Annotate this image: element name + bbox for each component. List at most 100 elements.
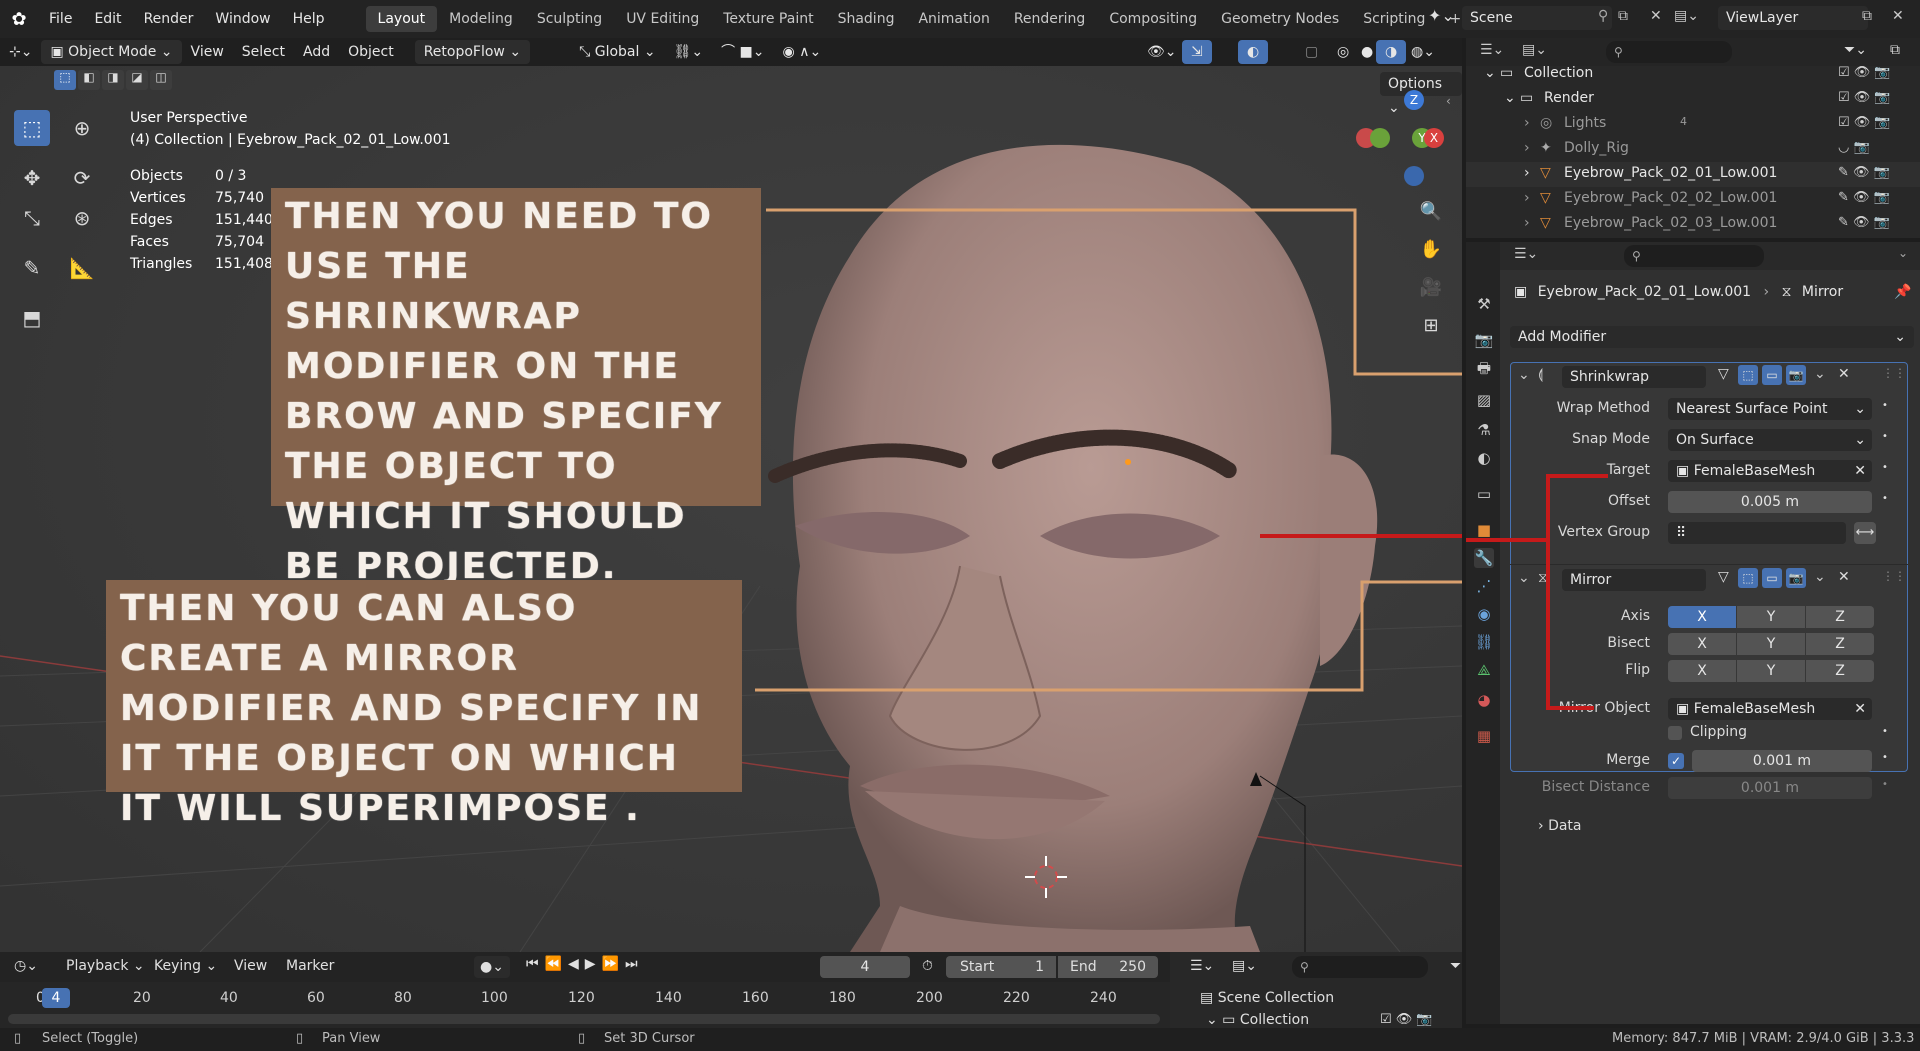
outliner-expand-icon[interactable]: › — [1524, 215, 1530, 231]
axis-x-toggle[interactable]: X — [1668, 606, 1736, 628]
ortho-grid-icon[interactable]: ⊞ — [1416, 310, 1446, 340]
add-cube-tool-icon[interactable]: ⬒ — [14, 300, 50, 336]
mirror-drag-handle-icon[interactable]: ⋮⋮ — [1882, 569, 1906, 583]
outliner-row[interactable]: ⌄ ▭ Collection ☑ 👁 📷 — [1466, 62, 1920, 87]
new-collection-icon[interactable]: ⧉ — [1890, 42, 1900, 58]
3d-viewport[interactable]: User Perspective (4) Collection | Eyebro… — [0, 66, 1462, 952]
overlay-toggle-icon[interactable]: ◐ — [1238, 40, 1269, 64]
menu-object[interactable]: Object — [339, 40, 403, 64]
blender-logo-icon[interactable]: ✿ — [0, 9, 38, 30]
mirror-collapse-icon[interactable]: ⌄ — [1518, 570, 1530, 586]
pin-icon[interactable]: ⚲ — [1598, 8, 1608, 24]
wrap-method-keyframe-icon[interactable]: • — [1882, 400, 1888, 411]
tab-uv-editing[interactable]: UV Editing — [614, 6, 711, 32]
particles-tab-icon[interactable]: ⋰ — [1474, 576, 1494, 596]
target-field[interactable]: ▣ FemaleBaseMesh ✕ — [1668, 460, 1872, 482]
merge-checkbox[interactable]: ✓ — [1668, 753, 1684, 769]
viewport-toggle-icon[interactable]: ▭ — [1762, 365, 1782, 385]
bottom-outliner-filter-icon[interactable]: ⏷ — [1450, 958, 1461, 974]
collection-tab-icon[interactable]: ▭ — [1474, 484, 1494, 504]
shading-rendered-icon[interactable]: ◍⌄ — [1402, 40, 1444, 64]
keying-menu[interactable]: Keying ⌄ — [154, 958, 217, 974]
menu-add[interactable]: Add — [294, 40, 339, 64]
playback-menu[interactable]: Playback ⌄ — [66, 958, 145, 974]
record-icon[interactable]: ●⌄ — [474, 956, 510, 978]
outliner-row[interactable]: › ▽ Eyebrow_Pack_02_01_Low.001 ✎ 👁 📷 — [1466, 162, 1920, 187]
delete-view-layer-icon[interactable]: ✕ — [1892, 8, 1904, 24]
constraints-tab-icon[interactable]: ⛓ — [1474, 632, 1494, 652]
move-tool-icon[interactable]: ✥ — [14, 160, 50, 196]
outliner-toggles-icon[interactable]: ☑ 👁 📷 — [1838, 115, 1891, 130]
snap-mode-keyframe-icon[interactable]: • — [1882, 431, 1888, 442]
editor-type-icon[interactable]: ⊹⌄ — [0, 40, 41, 64]
tab-compositing[interactable]: Compositing — [1097, 6, 1209, 32]
vertex-group-field[interactable]: ⠿ — [1668, 522, 1846, 544]
annotate-tool-icon[interactable]: ✎ — [14, 250, 50, 286]
bisect-distance-field[interactable]: 0.001 m — [1668, 777, 1872, 799]
mirror-viewport-icon[interactable]: ▭ — [1762, 568, 1782, 588]
flip-y-toggle[interactable]: Y — [1737, 660, 1805, 682]
retopoflow-menu[interactable]: RetopoFlow ⌄ — [414, 40, 531, 64]
merge-distance-field[interactable]: 0.001 m — [1692, 750, 1872, 772]
display-mode-icon[interactable]: ▤⌄ — [1522, 42, 1547, 58]
modifier-tab-icon[interactable]: 🔧 — [1474, 548, 1494, 568]
xray-icon[interactable]: ▢ — [1296, 40, 1327, 64]
gizmo-z-axis[interactable]: Z — [1404, 90, 1424, 110]
scene-icon[interactable]: ✦⌄ — [1428, 6, 1455, 25]
gizmo-x-axis[interactable]: X — [1424, 128, 1444, 148]
timeline-playhead[interactable]: 4 — [42, 988, 70, 1008]
bisect-distance-keyframe-icon[interactable]: • — [1882, 779, 1888, 790]
current-frame-field[interactable]: 4 — [820, 956, 910, 978]
flip-x-toggle[interactable]: X — [1668, 660, 1736, 682]
merge-keyframe-icon[interactable]: • — [1882, 752, 1888, 763]
menu-window[interactable]: Window — [204, 11, 281, 27]
scale-tool-icon[interactable]: ⤡ — [14, 200, 50, 236]
mirror-object-field[interactable]: ▣ FemaleBaseMesh ✕ — [1668, 698, 1872, 720]
outliner-row[interactable]: › ◎ Lights 4 ☑ 👁 📷 — [1466, 112, 1920, 137]
cage-toggle-icon[interactable]: ⬚ — [1738, 365, 1758, 385]
mirror-object-clear-icon[interactable]: ✕ — [1854, 698, 1866, 720]
collection-toggles-icon[interactable]: ☑ 👁 📷 — [1380, 1012, 1433, 1027]
outliner-expand-icon[interactable]: › — [1524, 190, 1530, 206]
new-view-layer-icon[interactable]: ⧉ — [1862, 8, 1872, 24]
outliner-expand-icon[interactable]: › — [1524, 115, 1530, 131]
outliner-row[interactable]: › ▽ Eyebrow_Pack_02_03_Low.001 ✎ 👁 📷 — [1466, 212, 1920, 237]
timeline-view-menu[interactable]: View — [234, 958, 267, 974]
mode-dropdown[interactable]: ▣ Object Mode ⌄ — [41, 40, 182, 64]
target-keyframe-icon[interactable]: • — [1882, 462, 1888, 473]
select-invert-icon[interactable]: ◪ — [126, 70, 148, 90]
view-layer-tab-icon[interactable]: ▨ — [1474, 390, 1494, 410]
mirror-menu-icon[interactable]: ⌄ — [1814, 569, 1826, 585]
outliner-search-input[interactable]: ⚲ — [1606, 41, 1732, 63]
outliner-toggles-icon[interactable]: ◡ 📷 — [1838, 140, 1870, 155]
offset-field[interactable]: 0.005 m — [1668, 491, 1872, 513]
visibility-icon[interactable]: 👁⌄ — [1138, 40, 1186, 64]
delete-scene-icon[interactable]: ✕ — [1650, 8, 1662, 24]
physics-tab-icon[interactable]: ◉ — [1474, 604, 1494, 624]
marker-menu[interactable]: Marker — [286, 958, 334, 974]
gizmo-neg-y-axis[interactable] — [1370, 128, 1390, 148]
playback-controls[interactable]: ⏮⏪◀▶⏩⏭ — [526, 956, 644, 972]
tab-texture-paint[interactable]: Texture Paint — [711, 6, 825, 32]
menu-view[interactable]: View — [182, 40, 233, 64]
tab-shading[interactable]: Shading — [826, 6, 907, 32]
view-layer-icon[interactable]: ▤⌄ — [1674, 8, 1699, 24]
bottom-outliner-search-input[interactable]: ⚲ — [1292, 956, 1428, 978]
scene-selector[interactable]: Scene — [1462, 6, 1612, 30]
bottom-outliner-display-icon[interactable]: ▤⌄ — [1232, 958, 1257, 974]
vertex-group-invert-icon[interactable]: ⟷ — [1854, 522, 1876, 544]
outliner-expand-icon[interactable]: ⌄ — [1504, 90, 1516, 106]
tab-layout[interactable]: Layout — [365, 6, 438, 32]
edit-mode-toggle-icon[interactable]: ▽ — [1718, 366, 1729, 382]
shrinkwrap-drag-handle-icon[interactable]: ⋮⋮ — [1882, 366, 1906, 380]
collection-row[interactable]: ⌄ ▭ Collection — [1206, 1012, 1309, 1028]
menu-render[interactable]: Render — [133, 11, 205, 27]
mirror-delete-icon[interactable]: ✕ — [1838, 569, 1850, 585]
tool-tab-icon[interactable]: ⚒ — [1474, 294, 1494, 314]
mirror-name-field[interactable]: Mirror — [1562, 569, 1706, 591]
gizmo-toggle-icon[interactable]: ⇲ — [1182, 40, 1212, 64]
measure-tool-icon[interactable]: 📐 — [64, 250, 100, 286]
zoom-icon[interactable]: 🔍 — [1416, 196, 1446, 226]
select-extend-icon[interactable]: ◧ — [78, 70, 100, 90]
properties-options-icon[interactable]: ⌄ — [1898, 246, 1908, 260]
